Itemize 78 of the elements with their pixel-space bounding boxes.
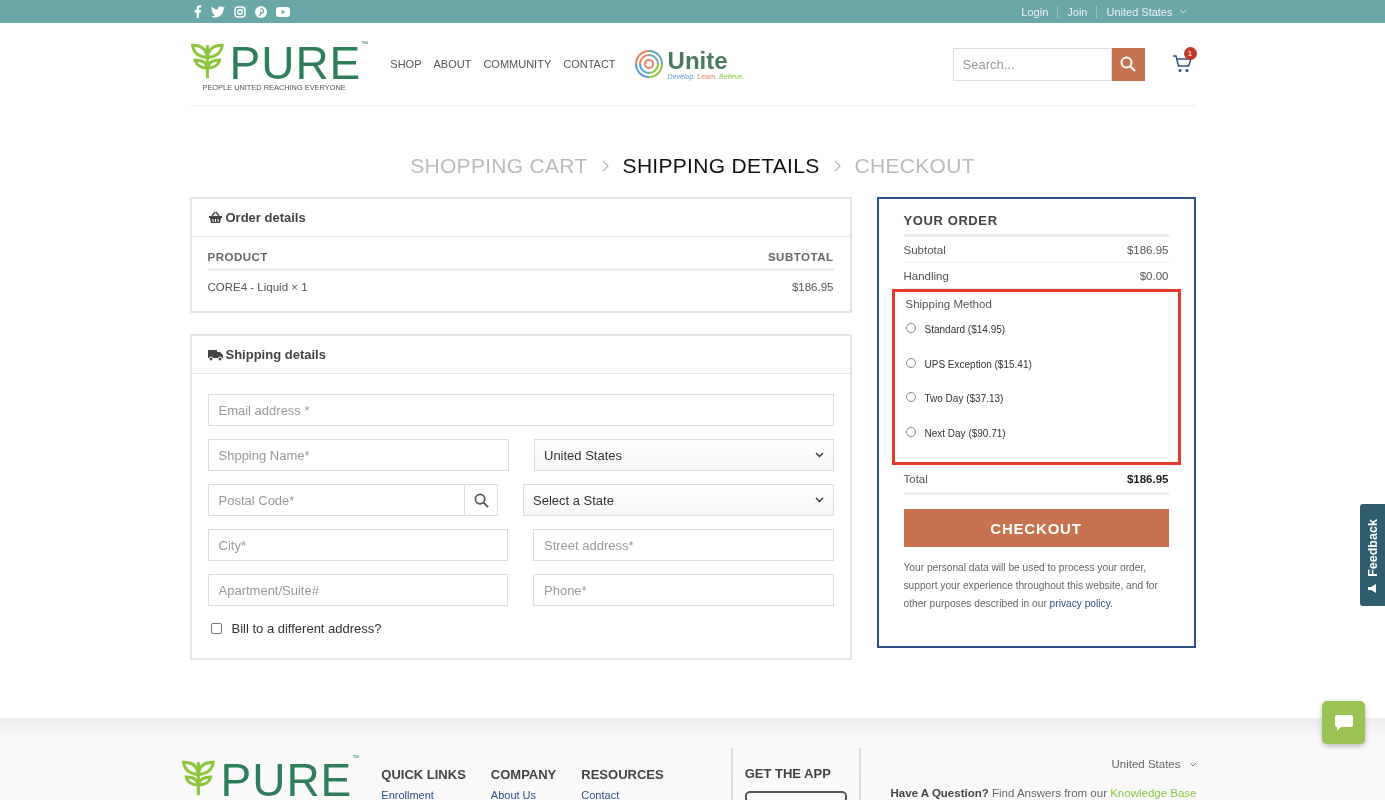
- select-field[interactable]: Select a State: [523, 484, 834, 516]
- total-label: Total: [903, 472, 928, 485]
- checkbox-label[interactable]: Bill to a different address?: [231, 621, 382, 636]
- cart-icon[interactable]: [1171, 55, 1192, 73]
- radio-label[interactable]: Next Day ($90.71): [924, 427, 1006, 439]
- region-selector[interactable]: United States: [1111, 758, 1197, 770]
- chevron-right-icon: [833, 160, 841, 172]
- radio-label[interactable]: UPS Exception ($15.41): [924, 358, 1032, 370]
- chat-bubble-icon: [1333, 713, 1354, 732]
- footer-link[interactable]: About Us: [490, 789, 557, 800]
- nav-link[interactable]: ABOUT: [433, 58, 472, 70]
- chevron-down-icon: [814, 452, 824, 458]
- chevron-down-icon: [814, 497, 824, 503]
- truck-icon: [207, 348, 223, 361]
- section-label: Shipping Method: [905, 298, 993, 310]
- radio-button[interactable]: [905, 323, 916, 333]
- search-icon: [473, 492, 489, 508]
- chevron-right-icon: [601, 160, 609, 172]
- table-cell: $186.95: [791, 281, 834, 293]
- input-field[interactable]: Shpping Name*: [207, 439, 509, 471]
- feedback-tab[interactable]: Feedback: [1360, 504, 1385, 606]
- column-header: PRODUCT: [207, 251, 268, 263]
- footer-link[interactable]: Enrollment: [381, 789, 466, 800]
- search-field[interactable]: Search...: [952, 47, 1112, 81]
- twitter-icon[interactable]: [210, 5, 225, 18]
- chat-button[interactable]: [1322, 701, 1365, 744]
- input-field[interactable]: Email address *: [207, 394, 834, 426]
- search-button[interactable]: [465, 484, 498, 516]
- footer-heading: COMPANY: [490, 767, 557, 782]
- nav-link[interactable]: CONTACT: [563, 58, 616, 70]
- footer-link[interactable]: Contact: [581, 789, 664, 800]
- select-field[interactable]: United States: [534, 439, 834, 471]
- input-field[interactable]: Apartment/Suite#: [207, 574, 508, 606]
- input-field[interactable]: City*: [207, 529, 508, 561]
- summary-label: Handling: [903, 269, 949, 282]
- summary-value: $186.95: [1126, 243, 1169, 256]
- table-cell: CORE4 - Liquid × 1: [207, 281, 308, 293]
- nav-link[interactable]: COMMUNITY: [483, 58, 552, 70]
- swirl-logo-icon: [632, 48, 665, 80]
- help-text: Have A Question? Find Answers from our Knowledge Base: [890, 787, 1197, 799]
- total-value: $186.95: [1126, 472, 1169, 485]
- card-title: Order details: [225, 210, 306, 225]
- summary-value: $0.00: [1139, 269, 1169, 282]
- instagram-icon[interactable]: [233, 5, 246, 18]
- input-field[interactable]: Phone*: [533, 574, 834, 606]
- radio-button[interactable]: [905, 392, 916, 402]
- checkbox[interactable]: [210, 623, 222, 634]
- radio-button[interactable]: [905, 357, 916, 368]
- pinterest-icon[interactable]: [254, 5, 267, 18]
- privacy-link[interactable]: privacy policy: [1049, 598, 1110, 609]
- radio-label[interactable]: Two Day ($37.13): [924, 393, 1004, 404]
- youtube-icon[interactable]: [275, 6, 290, 17]
- privacy-notice: Your personal data will be used to process your order, support your experience throughout this website, and for other purposes described in our privacy policy.: [903, 561, 1159, 611]
- cart-count-badge: 1: [1183, 47, 1197, 60]
- partner-logo-name[interactable]: Unite: [667, 48, 744, 73]
- footer-heading: GET THE APP: [744, 766, 832, 781]
- checkout-button[interactable]: CHECKOUT: [903, 509, 1169, 547]
- checkout-step[interactable]: SHIPPING DETAILS: [622, 154, 820, 178]
- logo-wordmark[interactable]: PURE: [229, 44, 362, 82]
- panel-title: YOUR ORDER: [903, 213, 1169, 237]
- card-title: Shipping details: [225, 347, 326, 362]
- footer-heading: RESOURCES: [581, 767, 664, 782]
- search-icon: [1120, 56, 1136, 72]
- radio-label[interactable]: Standard ($14.95): [924, 324, 1006, 335]
- chevron-down-icon: [1178, 9, 1187, 14]
- input-field[interactable]: Postal Code*: [207, 484, 465, 516]
- megaphone-icon: [1367, 582, 1378, 594]
- search-button[interactable]: [1111, 47, 1145, 81]
- input-field[interactable]: Street address*: [533, 529, 834, 561]
- basket-icon: [207, 211, 223, 224]
- facebook-icon[interactable]: [193, 5, 202, 18]
- chevron-down-icon: [1188, 761, 1197, 767]
- nav-link[interactable]: SHOP: [390, 58, 422, 70]
- column-header: SUBTOTAL: [767, 251, 834, 263]
- summary-label: Subtotal: [903, 243, 946, 256]
- footer-heading: QUICK LINKS: [381, 767, 466, 782]
- radio-button[interactable]: [905, 426, 916, 437]
- logo-wordmark[interactable]: PURE: [220, 761, 353, 799]
